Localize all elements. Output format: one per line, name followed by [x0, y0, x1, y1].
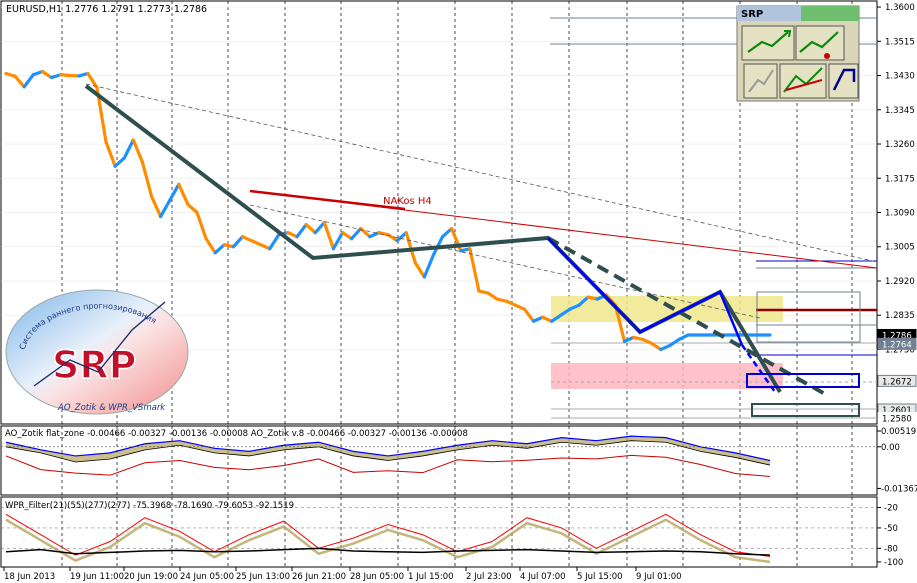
ao-axis: 0.00519 0.00 -0.01367 [877, 427, 917, 494]
target-zone-pink [551, 363, 783, 389]
time-tick-label: 9 Jul 01:00 [636, 572, 682, 582]
wpr-tick-label: -20 [884, 504, 898, 514]
wpr-tick-label: -50 [884, 524, 898, 534]
price-tick-label: 1.3600 [885, 3, 915, 13]
ao-tick-label: 0.00519 [881, 427, 916, 437]
logo-srp-text: SRP [52, 343, 136, 387]
price-tag-label: 1.2764 [882, 340, 912, 350]
chart-svg[interactable]: NAKos H4 EURUSD,H1 1.2776 1.2791 1.2773 … [0, 0, 917, 583]
srp-panel-title: SRP [741, 9, 763, 20]
price-tick-label: 1.3260 [885, 140, 915, 150]
nakos-label: NAKos H4 [383, 196, 432, 207]
time-axis: 18 Jun 2013 19 Jun 11:00 20 Jun 19:00 24 Ju… [3, 567, 682, 582]
time-tick-label: 19 Jun 11:00 [70, 572, 124, 582]
logo-bottom-text: AO_Zotik & WPR_VSmark [57, 403, 166, 413]
time-tick-label: 2 Jul 23:00 [466, 572, 512, 582]
srp-logo: Система раннего прогнозирования SRP AO_Z… [5, 289, 189, 415]
price-tick-label: 1.3345 [885, 106, 915, 116]
srp-button-trend-dot[interactable] [795, 25, 845, 61]
time-tick-label: 4 Jul 07:00 [520, 572, 566, 582]
srp-panel[interactable]: SRP [736, 5, 860, 102]
price-tick-label: 1.3175 [885, 174, 915, 184]
ao-tick-label: 0.00 [881, 443, 900, 453]
wpr-axis: -20 -50 -80 -100 [877, 504, 903, 568]
time-tick-label: 5 Jul 15:00 [577, 572, 623, 582]
price-tag-label: 1.2580 [882, 414, 912, 424]
time-tick-label: 18 Jun 2013 [4, 572, 55, 582]
time-tick-label: 28 Jun 05:00 [350, 572, 404, 582]
price-tick-label: 1.3005 [885, 243, 915, 253]
price-tick-label: 1.3515 [885, 37, 915, 47]
red-dot-icon [824, 53, 830, 59]
time-tick-label: 26 Jun 21:00 [292, 572, 346, 582]
price-axis: 1.3600 1.3515 1.3430 1.3345 1.3260 1.3175 1.30… [877, 3, 915, 355]
ao-label: AO_Zotik flat_zone -0.00466 -0.00327 -0.… [5, 429, 468, 439]
price-tick-label: 1.2920 [885, 277, 915, 287]
price-tags: 1.27861.27641.26721.26011.2580 [877, 328, 917, 424]
wpr-tick-label: -100 [884, 558, 903, 568]
symbol-header: EURUSD,H1 1.2776 1.2791 1.2773 1.2786 [6, 4, 207, 15]
price-tag-label: 1.2672 [882, 377, 912, 387]
trading-terminal-chart: NAKos H4 EURUSD,H1 1.2776 1.2791 1.2773 … [0, 0, 917, 583]
time-tick-label: 1 Jul 15:00 [408, 572, 454, 582]
price-tick-label: 1.3090 [885, 209, 915, 219]
time-tick-label: 24 Jun 05:00 [180, 572, 234, 582]
time-tick-label: 25 Jun 13:00 [236, 572, 290, 582]
ao-tick-label: -0.01367 [881, 484, 917, 494]
price-tick-label: 1.2835 [885, 311, 915, 321]
price-tick-label: 1.3430 [885, 72, 915, 82]
wpr-label: WPR_Filter(21)(55)(277)(277) -75.3968 -7… [5, 501, 294, 511]
time-tick-label: 20 Jun 19:00 [124, 572, 178, 582]
wpr-tick-label: -80 [884, 544, 898, 554]
